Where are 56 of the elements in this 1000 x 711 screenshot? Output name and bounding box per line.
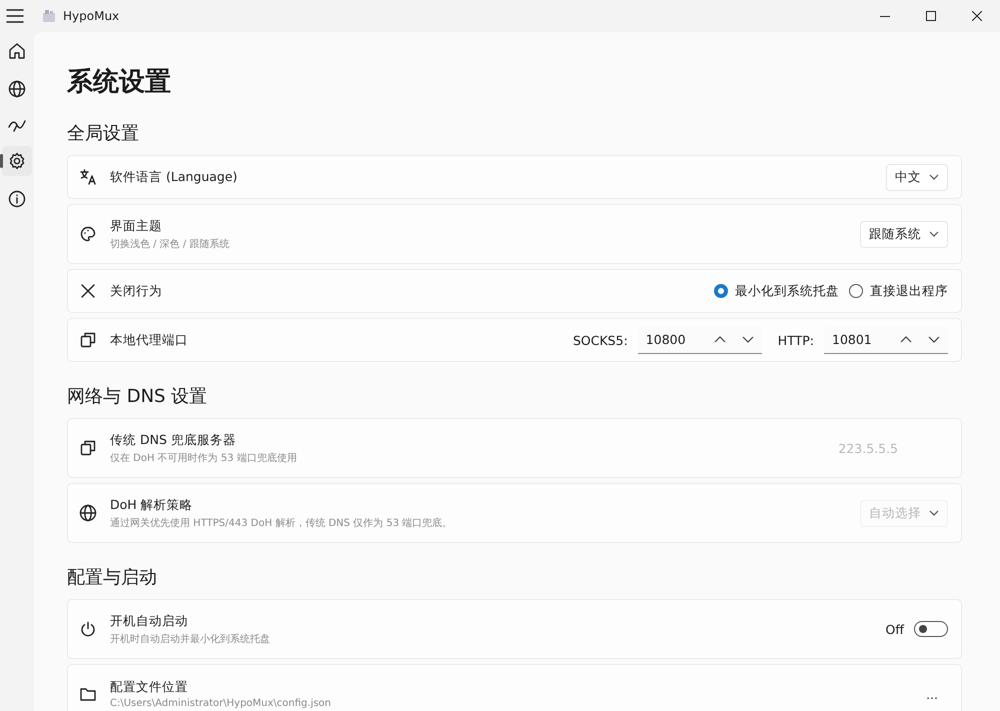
page-title: 系统设置 (67, 66, 172, 99)
chevron-down-icon (929, 510, 939, 516)
settings-icon (8, 152, 26, 170)
chevron-down-icon[interactable] (928, 336, 940, 343)
section-heading: 网络与 DNS 设置 (67, 385, 208, 408)
section-heading: 全局设置 (67, 122, 140, 145)
globe-icon (8, 80, 26, 98)
setting-title: DoH 解析策略 (110, 496, 194, 514)
setting-title: 软件语言 (Language) (110, 168, 238, 186)
more-button[interactable]: ... (916, 682, 948, 706)
chevron-up-icon[interactable] (714, 336, 726, 343)
dropdown[interactable]: 中文 (886, 164, 948, 190)
close-icon (972, 11, 982, 21)
radio-label[interactable]: 最小化到系统托盘 (735, 282, 839, 300)
window-icon (80, 332, 96, 348)
setting-description: 切换浅色 / 深色 / 跟随系统 (110, 238, 230, 250)
window-title: HypoMux (63, 9, 120, 23)
setting-description: 通过网关优先使用 HTTPS/443 DoH 解析，传统 DNS 仅作为 53 端口兜底。 (110, 516, 454, 530)
close-icon (81, 284, 95, 298)
radio-button[interactable] (849, 284, 863, 298)
app-logo-icon (42, 9, 56, 23)
signal-icon (8, 118, 26, 132)
window-icon (80, 440, 96, 456)
setting-title: 传统 DNS 兜底服务器 (110, 432, 237, 448)
palette-icon (80, 226, 96, 242)
radio-button[interactable] (714, 284, 728, 298)
chevron-up-icon[interactable] (900, 336, 912, 343)
setting-description: C:\Users\Administrator\HypoMux\config.json (110, 698, 332, 709)
setting-description: 开机时自动启动并最小化到系统托盘 (110, 632, 271, 646)
port-label: HTTP: (778, 332, 814, 348)
port-label: SOCKS5: (572, 332, 628, 348)
setting-description: 仅在 DoH 不可用时作为 53 端口兜底使用 (110, 452, 298, 464)
setting-title: 本地代理端口 (110, 332, 189, 348)
globe-icon (79, 504, 97, 522)
toggle-label: Off (886, 622, 904, 636)
toggle-switch[interactable] (914, 621, 948, 637)
chevron-down-icon (929, 231, 939, 237)
radio-label[interactable]: 直接退出程序 (870, 282, 948, 300)
folder-icon (80, 687, 96, 701)
setting-title: 关闭行为 (110, 282, 163, 300)
setting-title: 配置文件位置 (110, 679, 189, 696)
chevron-down-icon[interactable] (742, 336, 754, 343)
menu-button[interactable] (4, 7, 26, 25)
home-icon (8, 42, 26, 60)
section-heading: 配置与启动 (67, 566, 158, 589)
setting-title: 开机自动启动 (110, 612, 189, 630)
menu-icon (6, 9, 24, 23)
translate-icon (80, 169, 96, 185)
nav-button[interactable] (2, 146, 32, 176)
setting-title: 界面主题 (110, 218, 163, 234)
power-icon (80, 621, 96, 637)
info-icon (8, 190, 26, 208)
dropdown[interactable]: 跟随系统 (860, 220, 948, 248)
maximize-icon (926, 11, 936, 21)
value-text: 223.5.5.5 (838, 440, 898, 456)
chevron-down-icon (929, 174, 939, 180)
